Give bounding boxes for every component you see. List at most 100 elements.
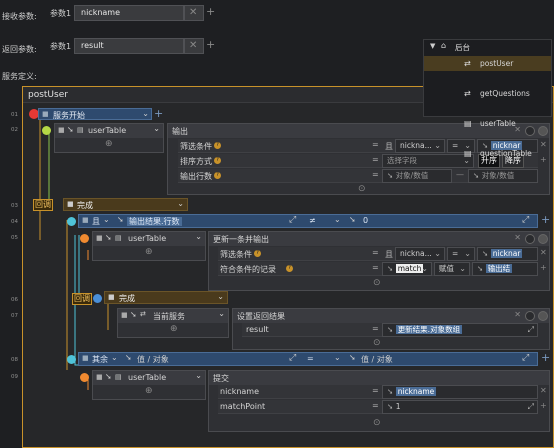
help-icon[interactable]: ?	[214, 172, 221, 179]
arrow-icon: ➘	[387, 264, 394, 273]
user-table-node[interactable]: ■ ➘ ▤ userTable ⌄ ⊕	[54, 123, 164, 153]
service-def-label: 服务定义:	[2, 72, 37, 81]
set-return-label: 设置返回结果	[237, 312, 285, 321]
value-select[interactable]: ➘ nicknar	[477, 247, 538, 261]
plus-icon[interactable]: +	[540, 401, 547, 410]
chevron-down-icon[interactable]: ⌄	[218, 309, 225, 318]
current-service-node[interactable]: ■ ➘ ⇄ 当前服务 ⌄ ⊕	[117, 308, 229, 338]
triangle-down-icon[interactable]: ▼	[430, 42, 435, 50]
add-condition-plus-icon[interactable]: +	[541, 213, 550, 226]
home-icon: ⌂	[441, 41, 447, 50]
value-obj-2: 值 / 对象	[361, 355, 393, 364]
line-number: 03	[11, 203, 18, 209]
expand-icon[interactable]: ⤢	[522, 353, 529, 363]
assign-select[interactable]: 赋值 ⌄	[434, 262, 470, 276]
tree-item-getquestions[interactable]: ⇄ getQuestions	[424, 86, 551, 101]
user-table-node-3[interactable]: ■ ➘ ▤ userTable ⌄ ⊕	[92, 370, 206, 400]
expand-icon[interactable]: ⤢	[289, 353, 296, 363]
add-circle-icon[interactable]: ⊕	[145, 247, 153, 257]
add-circle-icon[interactable]: ⊕	[170, 324, 178, 334]
chevron-down-icon[interactable]: ⌄	[334, 215, 341, 224]
toggle-circle-filled[interactable]	[538, 234, 548, 244]
clear-return-param-button[interactable]: ✕	[184, 38, 204, 54]
result-value-select[interactable]: ➘ 更新结果.对象数组 ⤢	[382, 323, 538, 337]
dash: —	[456, 170, 464, 179]
plus-icon[interactable]: +	[540, 263, 547, 272]
chevron-down-icon[interactable]: ⌄	[195, 371, 202, 380]
done-node-2[interactable]: ■ 完成 ⌄	[104, 291, 228, 304]
condition-bar[interactable]: ■ 且 ⌄ ➘ 输出结果.行数 ⤢ ≠ ⌄ ➘ 0 ⤢	[78, 214, 538, 228]
x-icon[interactable]: ✕	[540, 386, 547, 395]
receive-param-input[interactable]: nickname	[74, 5, 184, 21]
service-icon: ⇄	[140, 310, 146, 318]
tree-item-questiontable[interactable]: ▤ questionTable	[424, 146, 551, 161]
clear-receive-param-button[interactable]: ✕	[184, 5, 204, 21]
toggle-circle[interactable]	[525, 234, 535, 244]
toggle-circle-filled[interactable]	[538, 311, 548, 321]
arrow-icon: ➘	[105, 372, 112, 381]
tree-item-usertable[interactable]: ▤ userTable	[424, 116, 551, 131]
tree-item-postuser[interactable]: ⇄ postUser	[424, 56, 551, 71]
neq-sign: ≠	[309, 216, 316, 225]
rows-to-select[interactable]: ➘ 对象/数值	[468, 169, 538, 183]
arrow-icon: ➘	[387, 402, 394, 411]
collapse-circle-icon[interactable]: ⊙	[373, 338, 381, 348]
collapse-circle-icon[interactable]: ⊙	[358, 184, 366, 194]
toggle-circle[interactable]	[525, 311, 535, 321]
help-icon[interactable]: ?	[214, 157, 221, 164]
filter-row-2: 筛选条件? = 且 nickna... ⌄ = ⌄ ➘ nicknar	[218, 247, 538, 261]
start-node[interactable]: ■ 服务开始 ⌄	[38, 108, 152, 120]
x-icon[interactable]: ✕	[514, 233, 521, 242]
update-result: 更新结果.对象数组	[395, 325, 463, 334]
matchpoint-value-select[interactable]: ➘ 1 ⤢	[382, 400, 538, 414]
arrow-icon: ➘	[387, 387, 394, 396]
collapse-circle-icon[interactable]: ⊙	[373, 418, 381, 428]
tree-item-label: getQuestions	[480, 89, 530, 98]
expand-icon[interactable]: ⤢	[289, 215, 296, 225]
rows-from-select[interactable]: ➘ 对象/数值	[382, 169, 452, 183]
add-step-plus-icon[interactable]: +	[154, 107, 163, 120]
add-else-plus-icon[interactable]: +	[541, 351, 550, 364]
match-select[interactable]: ➘ match ⌄	[382, 262, 432, 276]
help-icon[interactable]: ?	[214, 142, 221, 149]
done-node[interactable]: ■ 完成 ⌄	[63, 198, 188, 211]
chevron-down-icon[interactable]: ⌄	[153, 124, 160, 133]
service-icon: ⇄	[464, 89, 471, 98]
collapse-circle-icon[interactable]: ⊙	[373, 278, 381, 288]
table-name: userTable	[128, 373, 167, 382]
add-return-param-plus-icon[interactable]: +	[206, 38, 215, 51]
start-label: 服务开始	[53, 111, 85, 120]
eq-sign: =	[372, 263, 379, 272]
node-marker-icon: ■	[82, 354, 89, 362]
result-row: result = ➘ 更新结果.对象数组 ⤢	[242, 323, 538, 337]
else-bar[interactable]: ■ 其余 ⌄ ➘ 值 / 对象 ⤢ = ⌄ ➘ 值 / 对象 ⤢	[78, 352, 538, 366]
submit-label: 提交	[213, 374, 229, 383]
add-receive-param-plus-icon[interactable]: +	[206, 5, 215, 18]
chevron-down-icon[interactable]: ⌄	[142, 109, 149, 118]
x-icon[interactable]: ✕	[540, 248, 547, 257]
help-icon[interactable]: ?	[254, 250, 261, 257]
expand-icon[interactable]: ⤢	[522, 215, 529, 225]
receive-params-label: 接收参数:	[2, 12, 37, 21]
operator-select[interactable]: = ⌄	[447, 247, 475, 261]
x-icon[interactable]: ✕	[514, 310, 521, 319]
match-tag: match	[395, 264, 424, 273]
field-select[interactable]: nickna... ⌄	[395, 247, 445, 261]
chevron-down-icon[interactable]: ⌄	[103, 215, 110, 224]
nickname-value-select[interactable]: ➘ nickname	[382, 385, 538, 399]
eq-sign: =	[307, 354, 314, 363]
chevron-down-icon[interactable]: ⌄	[334, 353, 341, 362]
user-table-node-2[interactable]: ■ ➘ ▤ userTable ⌄ ⊕	[92, 231, 206, 261]
help-icon[interactable]: ?	[286, 265, 293, 272]
param1-label-2: 参数1	[50, 42, 72, 51]
add-circle-icon[interactable]: ⊕	[145, 386, 153, 396]
chevron-down-icon[interactable]: ⌄	[195, 232, 202, 241]
output-count-tag: 输出结果.行数	[127, 217, 182, 226]
add-circle-icon[interactable]: ⊕	[105, 139, 113, 149]
assign-value-select[interactable]: ➘ 输出结	[472, 262, 538, 276]
return-param-input[interactable]: result	[74, 38, 184, 54]
chevron-down-icon[interactable]: ⌄	[111, 353, 118, 362]
arrow-icon: ➘	[387, 171, 394, 180]
callback-tag: 回调	[33, 199, 53, 211]
arrow-icon: ➘	[117, 215, 124, 224]
